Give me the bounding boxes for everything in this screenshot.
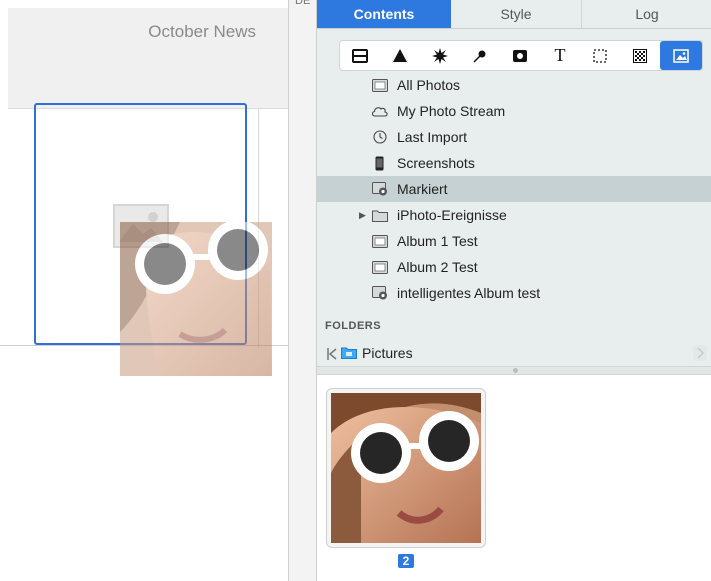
dragged-photo[interactable]: [120, 222, 272, 376]
content-type-toolbar: T: [339, 40, 703, 71]
source-label: All Photos: [397, 77, 461, 93]
blue-folder-icon: [341, 346, 357, 362]
tab-log[interactable]: Log: [582, 0, 711, 28]
grip-icon: [513, 368, 518, 373]
source-album-2-test[interactable]: Album 2 Test: [317, 254, 711, 280]
folder-label: Pictures: [362, 345, 413, 361]
source-label: Album 1 Test: [397, 233, 478, 249]
album-icon: [371, 234, 388, 248]
source-photo-stream[interactable]: My Photo Stream: [317, 98, 711, 124]
folder-pictures[interactable]: Pictures: [317, 341, 711, 365]
source-last-import[interactable]: Last Import: [317, 124, 711, 150]
photo-grid: 2: [317, 375, 711, 581]
smart-album-icon: [371, 182, 388, 196]
divider-label: DE: [295, 0, 311, 7]
source-label: Screenshots: [397, 155, 475, 171]
panel-divider[interactable]: DE: [288, 0, 317, 581]
source-label: intelligentes Album test: [397, 285, 541, 301]
photo-thumbnail[interactable]: [326, 388, 486, 548]
photo-icon[interactable]: [660, 41, 702, 70]
cloud-icon: [371, 104, 388, 118]
source-screenshots[interactable]: Screenshots: [317, 150, 711, 176]
folders-header: FOLDERS: [325, 320, 382, 332]
clock-icon: [371, 130, 388, 144]
selection-icon[interactable]: [580, 41, 620, 70]
page-title: October News: [148, 22, 256, 41]
source-iphoto-ereignisse[interactable]: ▶ iPhoto-Ereignisse: [317, 202, 711, 228]
source-label: My Photo Stream: [397, 103, 506, 119]
page-header: October News: [8, 8, 288, 109]
source-label: Album 2 Test: [397, 259, 478, 275]
back-arrow-icon[interactable]: [327, 347, 337, 363]
inspector-tabs: Contents Style Log: [317, 0, 711, 29]
source-label: Markiert: [397, 181, 448, 197]
album-icon: [371, 260, 388, 274]
text-tool-label: T: [554, 45, 566, 65]
folder-icon: [371, 208, 388, 222]
starburst-icon[interactable]: [420, 41, 460, 70]
source-album-1-test[interactable]: Album 1 Test: [317, 228, 711, 254]
tab-style[interactable]: Style: [451, 0, 582, 28]
smart-album-icon: [371, 286, 388, 300]
album-icon: [371, 78, 388, 92]
pin-icon[interactable]: [460, 41, 500, 70]
triangle-icon[interactable]: [380, 41, 420, 70]
source-label: iPhoto-Ereignisse: [397, 207, 507, 223]
selection-count-badge: 2: [398, 554, 414, 568]
source-label: Last Import: [397, 129, 468, 145]
layout-canvas[interactable]: October News: [0, 0, 288, 581]
source-intelligentes-album-test[interactable]: intelligentes Album test: [317, 280, 711, 306]
video-icon[interactable]: [500, 41, 540, 70]
tab-contents[interactable]: Contents: [317, 0, 451, 28]
box-icon[interactable]: [340, 41, 380, 70]
source-all-photos[interactable]: All Photos: [317, 72, 711, 98]
source-markiert[interactable]: Markiert: [317, 176, 711, 202]
disclosure-triangle-icon[interactable]: ▶: [359, 210, 366, 221]
inspector-panel: Contents Style Log T All Photos My Photo…: [317, 0, 711, 581]
text-icon[interactable]: T: [540, 41, 580, 70]
forward-arrow-icon[interactable]: [693, 345, 707, 361]
phone-icon: [371, 156, 388, 170]
texture-icon[interactable]: [620, 41, 660, 70]
split-view-handle[interactable]: [317, 366, 711, 375]
